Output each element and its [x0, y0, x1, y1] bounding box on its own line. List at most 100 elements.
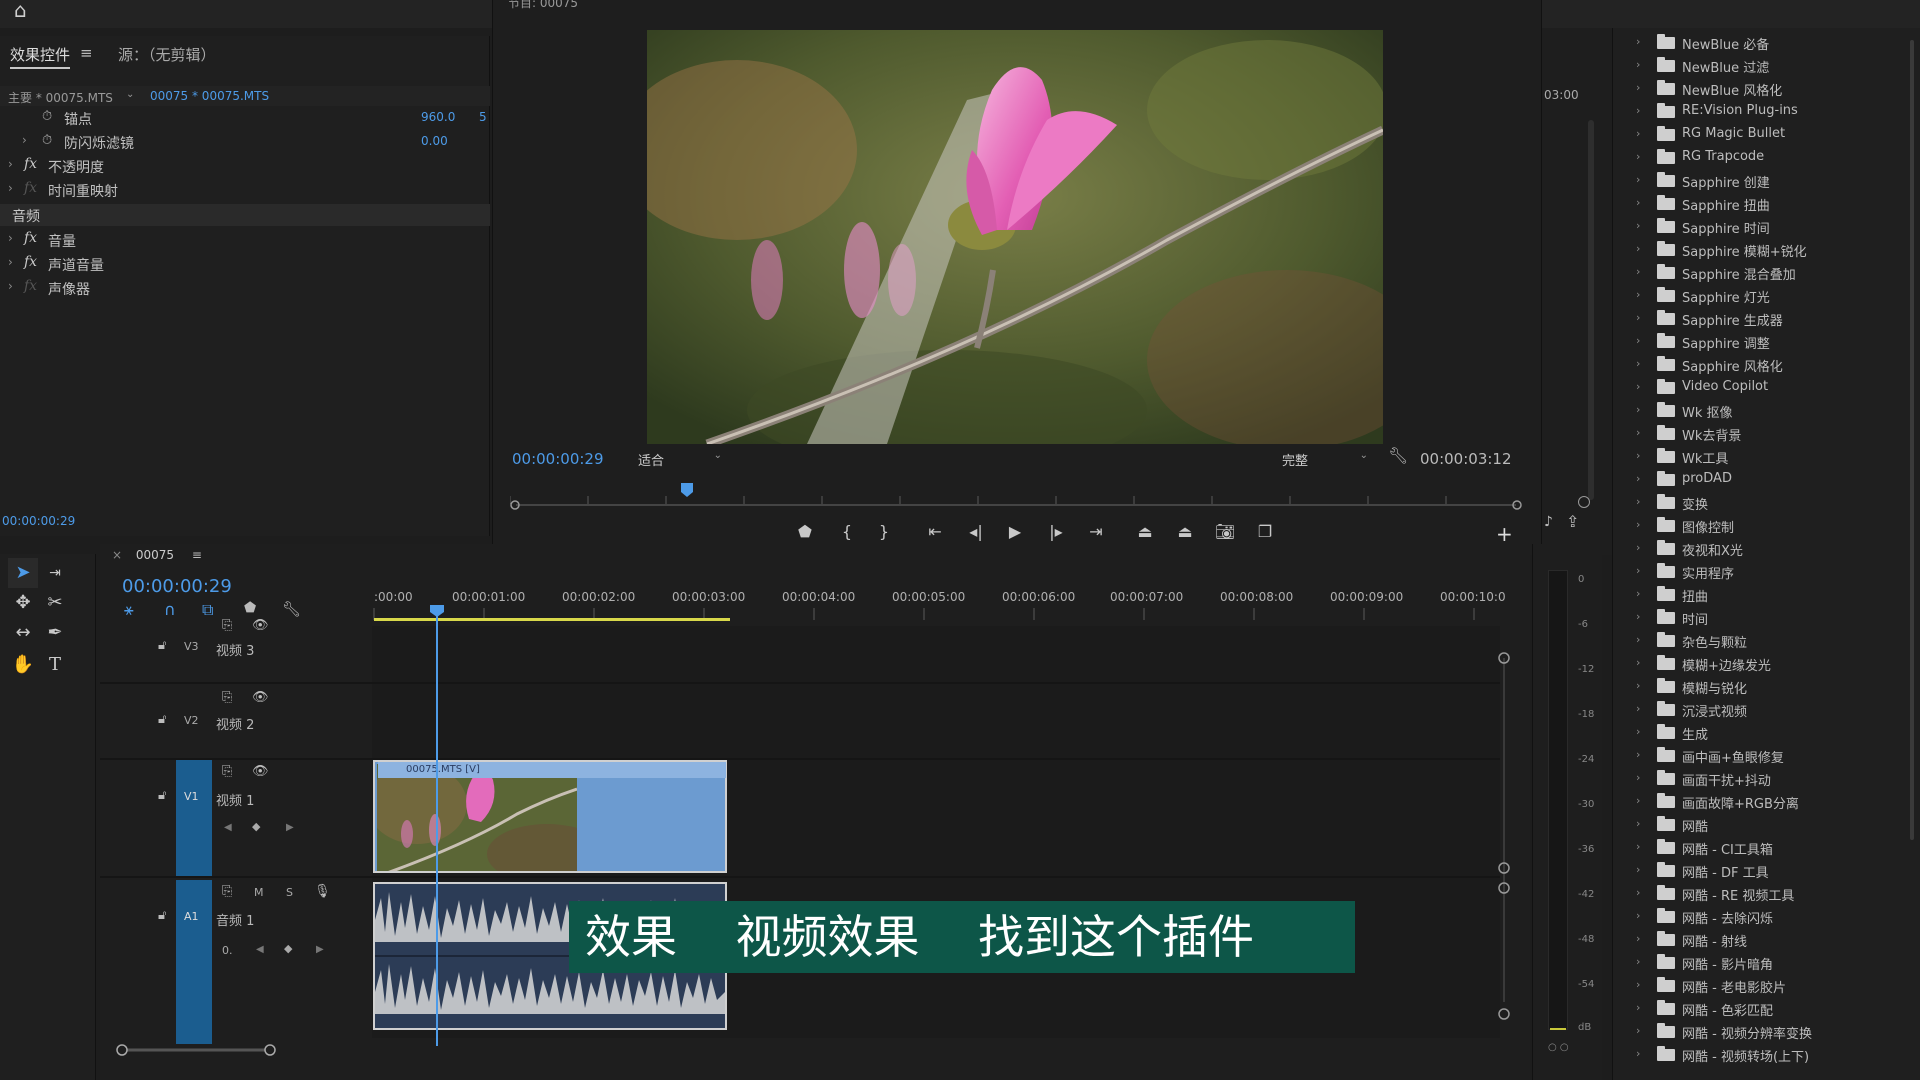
film-icon[interactable]: ⎘	[222, 764, 232, 779]
chevron-right-icon[interactable]: ›	[1636, 219, 1640, 232]
chevron-right-icon[interactable]: ›	[1636, 587, 1640, 600]
chevron-right-icon[interactable]: ›	[1636, 81, 1640, 94]
lock-icon[interactable]: 🔓︎	[158, 638, 166, 653]
tab-sequence[interactable]: × 00075 ≡	[112, 548, 202, 562]
go-to-in-button[interactable]: ⇤	[922, 522, 948, 541]
chevron-right-icon[interactable]: ›	[1636, 610, 1640, 623]
export-frame-camera-icon[interactable]: 📷︎	[1212, 522, 1238, 541]
program-zoom-scrollbar[interactable]	[510, 500, 1522, 510]
property-value-2[interactable]: 5	[479, 110, 487, 124]
chevron-right-icon[interactable]: ›	[1636, 311, 1640, 324]
work-area-bar[interactable]	[374, 618, 730, 621]
lock-icon[interactable]: 🔓︎	[158, 712, 166, 727]
effect-row-panner[interactable]: › fx 声像器	[0, 276, 490, 300]
add-marker-icon[interactable]: ⬟	[244, 600, 256, 616]
extract-button[interactable]: ⏏	[1172, 522, 1198, 541]
chevron-right-icon[interactable]: ›	[1636, 58, 1640, 71]
next-keyframe-icon[interactable]: ▶	[286, 822, 294, 833]
chevron-right-icon[interactable]: ›	[1636, 932, 1640, 945]
close-icon[interactable]: ×	[112, 548, 122, 562]
tab-source[interactable]: 源：（无剪辑）	[118, 44, 216, 65]
zoom-level-select[interactable]: 适合 ⌄	[632, 448, 728, 470]
chevron-right-icon[interactable]: ›	[1636, 265, 1640, 278]
ripple-edit-tool-icon[interactable]: ✥	[8, 588, 38, 618]
eye-icon[interactable]: 👁︎	[252, 690, 269, 705]
type-tool-icon[interactable]: T	[40, 650, 70, 680]
meter-solo-icons[interactable]: ○ ○	[1548, 1042, 1569, 1053]
chevron-right-icon[interactable]: ›	[1636, 472, 1640, 485]
chevron-right-icon[interactable]: ›	[8, 255, 13, 269]
chevron-right-icon[interactable]: ›	[1636, 679, 1640, 692]
fx-icon[interactable]: fx	[24, 156, 37, 172]
chevron-right-icon[interactable]: ›	[1636, 196, 1640, 209]
settings-wrench-icon[interactable]: 🔧︎	[1388, 446, 1408, 465]
chevron-right-icon[interactable]: ›	[1636, 863, 1640, 876]
chevron-right-icon[interactable]: ›	[1636, 127, 1640, 140]
step-forward-button[interactable]: |▸	[1043, 522, 1069, 541]
property-value[interactable]: 0.00	[421, 134, 448, 148]
prev-keyframe-icon[interactable]: ◀	[224, 822, 232, 833]
nest-toggle-icon[interactable]: ⚹	[124, 600, 134, 620]
chevron-right-icon[interactable]: ›	[8, 181, 13, 195]
mark-out-button[interactable]: }	[871, 522, 897, 541]
playback-resolution-select[interactable]: 完整 ⌄	[1276, 448, 1374, 470]
mark-in-button[interactable]: {	[834, 522, 860, 541]
step-back-button[interactable]: ◂|	[963, 522, 989, 541]
chevron-right-icon[interactable]: ›	[1636, 357, 1640, 370]
chevron-right-icon[interactable]: ›	[1636, 150, 1640, 163]
lock-icon[interactable]: 🔓︎	[158, 788, 166, 803]
solo-button[interactable]: S	[286, 886, 293, 899]
button-editor-plus-icon[interactable]: +	[1496, 522, 1513, 546]
chevron-right-icon[interactable]: ›	[1636, 1024, 1640, 1037]
chevron-right-icon[interactable]: ›	[1636, 380, 1640, 393]
effect-row-time-remap[interactable]: › fx 时间重映射	[0, 178, 490, 202]
chevron-right-icon[interactable]: ›	[1636, 1047, 1640, 1060]
chevron-right-icon[interactable]: ›	[1636, 794, 1640, 807]
timeline-timecode[interactable]: 00:00:00:29	[122, 576, 232, 597]
prev-keyframe-icon[interactable]: ◀	[256, 944, 264, 955]
chevron-right-icon[interactable]: ›	[1636, 541, 1640, 554]
effect-row-channel-volume[interactable]: › fx 声道音量	[0, 252, 490, 276]
chevron-right-icon[interactable]: ›	[1636, 495, 1640, 508]
hand-tool-icon[interactable]: ✋	[8, 650, 38, 680]
chevron-right-icon[interactable]: ›	[1636, 518, 1640, 531]
chevron-right-icon[interactable]: ›	[1636, 242, 1640, 255]
tab-effect-controls[interactable]: 效果控件	[10, 44, 71, 69]
timeline-vertical-scrollbar[interactable]	[1496, 640, 1512, 1020]
comparison-view-button[interactable]: ❐	[1252, 522, 1278, 541]
chevron-right-icon[interactable]: ›	[1636, 978, 1640, 991]
stopwatch-icon[interactable]: ⏱	[42, 133, 52, 148]
panel-menu-icon[interactable]: ≡	[80, 44, 93, 62]
chevron-right-icon[interactable]: ›	[8, 157, 13, 171]
fx-icon[interactable]: fx	[24, 230, 37, 246]
chevron-right-icon[interactable]: ›	[1636, 1001, 1640, 1014]
effect-controls-timecode[interactable]: 00:00:00:29	[2, 514, 75, 528]
track-header-v3[interactable]: ⎘ 👁︎ 🔓︎ V3 视频 3	[100, 618, 372, 682]
linked-selection-icon[interactable]: ⧉	[202, 600, 213, 620]
play-button[interactable]: ▶	[1002, 522, 1028, 541]
chevron-right-icon[interactable]: ›	[8, 279, 13, 293]
fx-icon[interactable]: fx	[24, 278, 37, 294]
track-header-a1[interactable]: ⎘ M S 🎙︎ 🔓︎ A1 音频 1 0. ◀ ◆ ▶	[100, 878, 372, 1044]
chevron-right-icon[interactable]: ›	[1636, 702, 1640, 715]
program-playhead[interactable]	[680, 482, 694, 498]
chevron-right-icon[interactable]: ›	[1636, 748, 1640, 761]
fx-icon[interactable]: fx	[24, 254, 37, 270]
chevron-right-icon[interactable]: ›	[1636, 564, 1640, 577]
volume-value[interactable]: 0.	[222, 944, 233, 957]
effects-scrollbar[interactable]	[1910, 40, 1914, 840]
sequence-clip-label[interactable]: 00075 * 00075.MTS	[150, 89, 269, 103]
go-to-out-button[interactable]: ⇥	[1083, 522, 1109, 541]
chevron-right-icon[interactable]: ›	[1636, 886, 1640, 899]
track-header-v1[interactable]: ⎘ 👁︎ 🔓︎ V1 视频 1 ◀ ◆ ▶	[100, 760, 372, 876]
lift-button[interactable]: ⏏	[1132, 522, 1158, 541]
film-icon[interactable]: ⎘	[222, 618, 232, 633]
chevron-right-icon[interactable]: ›	[1636, 633, 1640, 646]
scroll-handle[interactable]	[1578, 496, 1590, 508]
chevron-right-icon[interactable]: ›	[1636, 909, 1640, 922]
lock-icon[interactable]: 🔓︎	[158, 908, 166, 923]
chevron-right-icon[interactable]: ›	[1636, 955, 1640, 968]
chevron-right-icon[interactable]: ›	[1636, 426, 1640, 439]
chevron-right-icon[interactable]: ›	[1636, 35, 1640, 48]
chevron-right-icon[interactable]: ›	[1636, 656, 1640, 669]
